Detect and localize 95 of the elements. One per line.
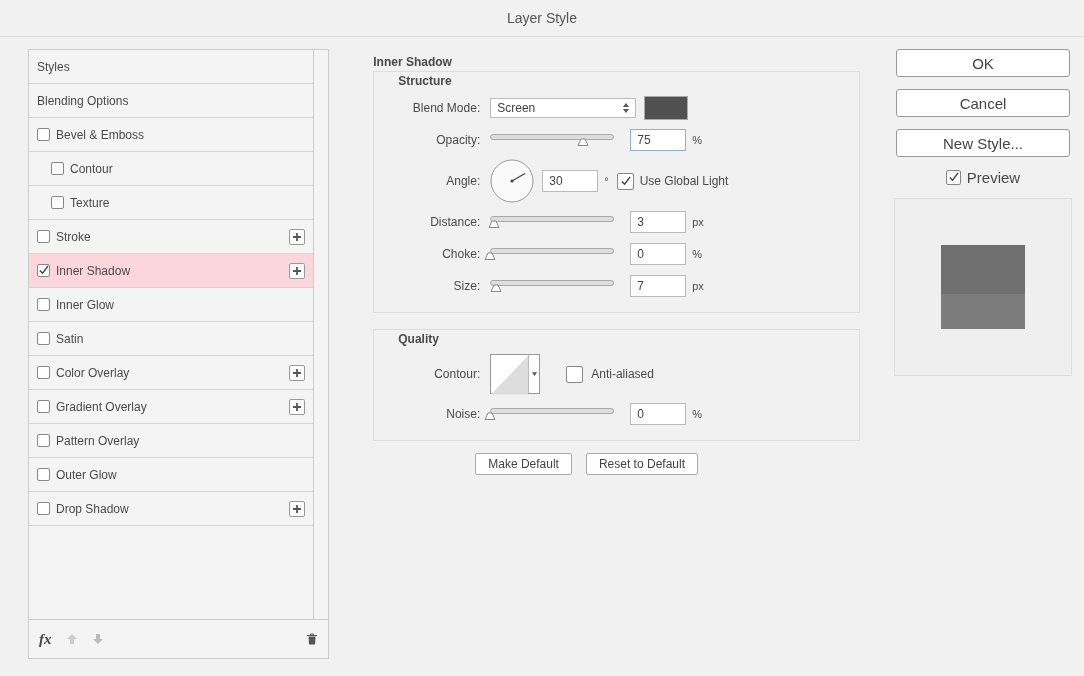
- field-label: Opacity:: [435, 133, 481, 147]
- plus-icon: [292, 265, 302, 276]
- checkbox[interactable]: [37, 230, 50, 243]
- unit-label: %: [692, 134, 702, 146]
- checkbox-label: Use Global Light: [639, 174, 729, 188]
- group-title: Quality: [398, 332, 440, 346]
- effect-label: Outer Glow: [56, 467, 118, 482]
- effect-label: Bevel & Emboss: [56, 127, 146, 142]
- styles-list-item[interactable]: Styles: [29, 50, 313, 84]
- dialog-button[interactable]: OK: [896, 49, 1070, 77]
- effect-label: Contour: [70, 161, 114, 176]
- updown-arrow-icon: [623, 103, 630, 113]
- angle-dial[interactable]: [490, 159, 535, 203]
- plus-icon: [292, 503, 302, 514]
- checkbox[interactable]: [37, 264, 50, 277]
- checkbox-label: Preview: [966, 169, 1021, 186]
- checkbox[interactable]: [37, 502, 50, 515]
- dialog-button[interactable]: New Style...: [896, 129, 1070, 157]
- slider-thumb[interactable]: [484, 252, 497, 260]
- checkbox[interactable]: [51, 162, 64, 175]
- effect-label: Gradient Overlay: [56, 399, 148, 414]
- styles-list-item[interactable]: Blending Options: [29, 84, 313, 118]
- number-field[interactable]: 0: [630, 403, 687, 425]
- add-button[interactable]: [289, 500, 305, 517]
- effect-label: Color Overlay: [56, 365, 131, 380]
- field-label: Noise:: [445, 407, 481, 421]
- unit-label: px: [692, 216, 704, 228]
- add-button[interactable]: [289, 364, 305, 381]
- field-label: Contour:: [433, 367, 481, 381]
- number-field[interactable]: 0: [630, 243, 687, 265]
- field-label: Choke:: [441, 247, 481, 261]
- effect-list-item[interactable]: Inner Shadow: [29, 254, 313, 288]
- effect-list-item[interactable]: Satin: [29, 322, 313, 356]
- checkbox[interactable]: [37, 366, 50, 379]
- add-button[interactable]: [289, 398, 305, 415]
- effect-label: Inner Glow: [56, 297, 116, 312]
- effect-list-item[interactable]: Drop Shadow: [29, 492, 313, 526]
- effect-list-item[interactable]: Gradient Overlay: [29, 390, 313, 424]
- effect-label: Texture: [70, 195, 111, 210]
- checkbox[interactable]: [37, 298, 50, 311]
- angle-field[interactable]: 30: [542, 170, 599, 192]
- effect-list-item[interactable]: Contour: [29, 152, 313, 186]
- checkbox[interactable]: [566, 365, 584, 383]
- blend-mode-dropdown[interactable]: Screen: [490, 98, 637, 118]
- color-swatch[interactable]: [644, 96, 689, 120]
- checkbox[interactable]: [37, 434, 50, 447]
- plus-icon: [292, 231, 302, 242]
- contour-picker[interactable]: [490, 354, 541, 394]
- checkbox[interactable]: [51, 196, 64, 209]
- effect-label: Stroke: [56, 229, 92, 244]
- trash-icon[interactable]: [306, 633, 319, 645]
- effect-label: Inner Shadow: [56, 263, 132, 278]
- effect-label: Satin: [56, 331, 85, 346]
- effect-list-item[interactable]: Bevel & Emboss: [29, 118, 313, 152]
- unit-label: %: [692, 248, 702, 260]
- slider-thumb[interactable]: [490, 284, 503, 292]
- add-button[interactable]: [289, 262, 305, 279]
- effect-list-item[interactable]: Texture: [29, 186, 313, 220]
- checkbox-label: Anti-aliased: [591, 367, 654, 381]
- plus-icon: [292, 367, 302, 378]
- unit-label: °: [604, 175, 609, 187]
- number-field[interactable]: 7: [630, 275, 687, 297]
- effect-list-item[interactable]: Inner Glow: [29, 288, 313, 322]
- slider-thumb[interactable]: [577, 138, 590, 146]
- fx-button[interactable]: fx: [39, 630, 52, 648]
- checkbox[interactable]: [945, 170, 961, 185]
- default-button[interactable]: Make Default: [475, 453, 572, 475]
- field-label: Angle:: [445, 174, 481, 188]
- window-title: Layer Style: [0, 0, 1084, 37]
- effect-list-item[interactable]: Pattern Overlay: [29, 424, 313, 458]
- plus-icon: [292, 401, 302, 412]
- caret-icon: [531, 372, 537, 376]
- checkbox[interactable]: [37, 400, 50, 413]
- field-label: Blend Mode:: [411, 101, 481, 115]
- effect-label: Drop Shadow: [56, 501, 130, 516]
- effect-list-item[interactable]: Outer Glow: [29, 458, 313, 492]
- checkbox[interactable]: [616, 172, 634, 190]
- slider-thumb[interactable]: [484, 412, 497, 420]
- section-title: Inner Shadow: [373, 55, 453, 69]
- effect-label: Pattern Overlay: [56, 433, 141, 448]
- field-label: Size:: [452, 279, 481, 293]
- number-field[interactable]: 75: [630, 129, 687, 151]
- unit-label: px: [692, 280, 704, 292]
- field-label: Distance:: [429, 215, 481, 229]
- dialog-button[interactable]: Cancel: [896, 89, 1070, 117]
- unit-label: %: [692, 408, 702, 420]
- checkbox[interactable]: [37, 128, 50, 141]
- group-title: Structure: [398, 74, 453, 88]
- checkbox[interactable]: [37, 468, 50, 481]
- number-field[interactable]: 3: [630, 211, 687, 233]
- default-button[interactable]: Reset to Default: [585, 453, 698, 475]
- slider-thumb[interactable]: [487, 220, 500, 228]
- effect-list-item[interactable]: Color Overlay: [29, 356, 313, 390]
- checkbox[interactable]: [37, 332, 50, 345]
- add-button[interactable]: [289, 228, 305, 245]
